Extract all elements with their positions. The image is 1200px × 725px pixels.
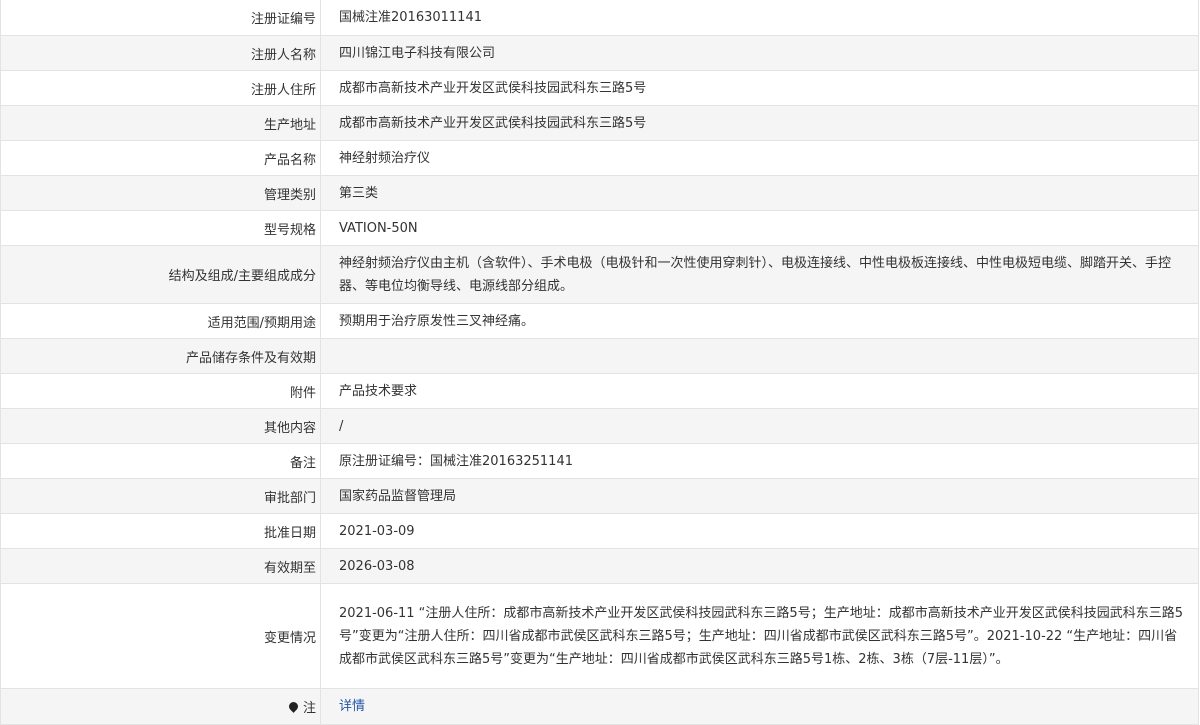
table-row: 审批部门 国家药品监督管理局 bbox=[0, 478, 1199, 514]
field-value: 国家药品监督管理局 bbox=[320, 478, 1199, 514]
note-row: 注 详情 bbox=[0, 688, 1199, 725]
field-label: 注册人住所 bbox=[0, 70, 321, 106]
table-row: 备注 原注册证编号：国械注准20163251141 bbox=[0, 443, 1199, 479]
field-label: 产品储存条件及有效期 bbox=[0, 338, 321, 374]
field-label: 注册人名称 bbox=[0, 35, 321, 71]
field-value: 神经射频治疗仪由主机（含软件）、手术电极（电极针和一次性使用穿刺针）、电极连接线… bbox=[320, 245, 1199, 304]
field-value: 国械注准20163011141 bbox=[320, 0, 1199, 36]
field-value: 神经射频治疗仪 bbox=[320, 140, 1199, 176]
table-row: 适用范围/预期用途 预期用于治疗原发性三叉神经痛。 bbox=[0, 303, 1199, 339]
field-label: 管理类别 bbox=[0, 175, 321, 211]
table-row: 注册人住所 成都市高新技术产业开发区武侯科技园武科东三路5号 bbox=[0, 70, 1199, 106]
table-row: 管理类别 第三类 bbox=[0, 175, 1199, 211]
field-label: 审批部门 bbox=[0, 478, 321, 514]
note-value-cell: 详情 bbox=[320, 688, 1199, 725]
table-row: 型号规格 VATION-50N bbox=[0, 210, 1199, 246]
table-row: 批准日期 2021-03-09 bbox=[0, 513, 1199, 549]
field-value: 第三类 bbox=[320, 175, 1199, 211]
table-row: 产品储存条件及有效期 bbox=[0, 338, 1199, 374]
field-label: 其他内容 bbox=[0, 408, 321, 444]
field-value: / bbox=[320, 408, 1199, 444]
field-value: 2026-03-08 bbox=[320, 548, 1199, 584]
details-link[interactable]: 详情 bbox=[339, 699, 365, 714]
field-label: 结构及组成/主要组成成分 bbox=[0, 245, 321, 304]
field-label: 批准日期 bbox=[0, 513, 321, 549]
table-row: 注册人名称 四川锦江电子科技有限公司 bbox=[0, 35, 1199, 71]
table-row: 注册证编号 国械注准20163011141 bbox=[0, 0, 1199, 36]
field-value: 成都市高新技术产业开发区武侯科技园武科东三路5号 bbox=[320, 70, 1199, 106]
field-value: 四川锦江电子科技有限公司 bbox=[320, 35, 1199, 71]
field-label: 型号规格 bbox=[0, 210, 321, 246]
pin-icon bbox=[287, 700, 300, 713]
field-value: 成都市高新技术产业开发区武侯科技园武科东三路5号 bbox=[320, 105, 1199, 141]
field-value: 2021-03-09 bbox=[320, 513, 1199, 549]
table-row: 附件 产品技术要求 bbox=[0, 373, 1199, 409]
field-label: 产品名称 bbox=[0, 140, 321, 176]
table-row: 结构及组成/主要组成成分 神经射频治疗仪由主机（含软件）、手术电极（电极针和一次… bbox=[0, 245, 1199, 304]
field-label: 适用范围/预期用途 bbox=[0, 303, 321, 339]
note-label: 注 bbox=[302, 701, 316, 716]
field-value: 预期用于治疗原发性三叉神经痛。 bbox=[320, 303, 1199, 339]
field-value: VATION-50N bbox=[320, 210, 1199, 246]
table-row: 产品名称 神经射频治疗仪 bbox=[0, 140, 1199, 176]
field-value: 产品技术要求 bbox=[320, 373, 1199, 409]
field-label: 备注 bbox=[0, 443, 321, 479]
field-label: 变更情况 bbox=[0, 583, 321, 689]
table-row: 其他内容 / bbox=[0, 408, 1199, 444]
field-value: 2021-06-11 “注册人住所：成都市高新技术产业开发区武侯科技园武科东三路… bbox=[320, 583, 1199, 689]
field-value bbox=[320, 338, 1199, 374]
table-row: 变更情况 2021-06-11 “注册人住所：成都市高新技术产业开发区武侯科技园… bbox=[0, 583, 1199, 689]
field-label: 有效期至 bbox=[0, 548, 321, 584]
registration-info-table: 注册证编号 国械注准20163011141 注册人名称 四川锦江电子科技有限公司… bbox=[0, 0, 1199, 725]
table-row: 有效期至 2026-03-08 bbox=[0, 548, 1199, 584]
field-label: 生产地址 bbox=[0, 105, 321, 141]
note-label-cell: 注 bbox=[0, 688, 321, 725]
field-label: 附件 bbox=[0, 373, 321, 409]
field-label: 注册证编号 bbox=[0, 0, 321, 36]
table-row: 生产地址 成都市高新技术产业开发区武侯科技园武科东三路5号 bbox=[0, 105, 1199, 141]
field-value: 原注册证编号：国械注准20163251141 bbox=[320, 443, 1199, 479]
